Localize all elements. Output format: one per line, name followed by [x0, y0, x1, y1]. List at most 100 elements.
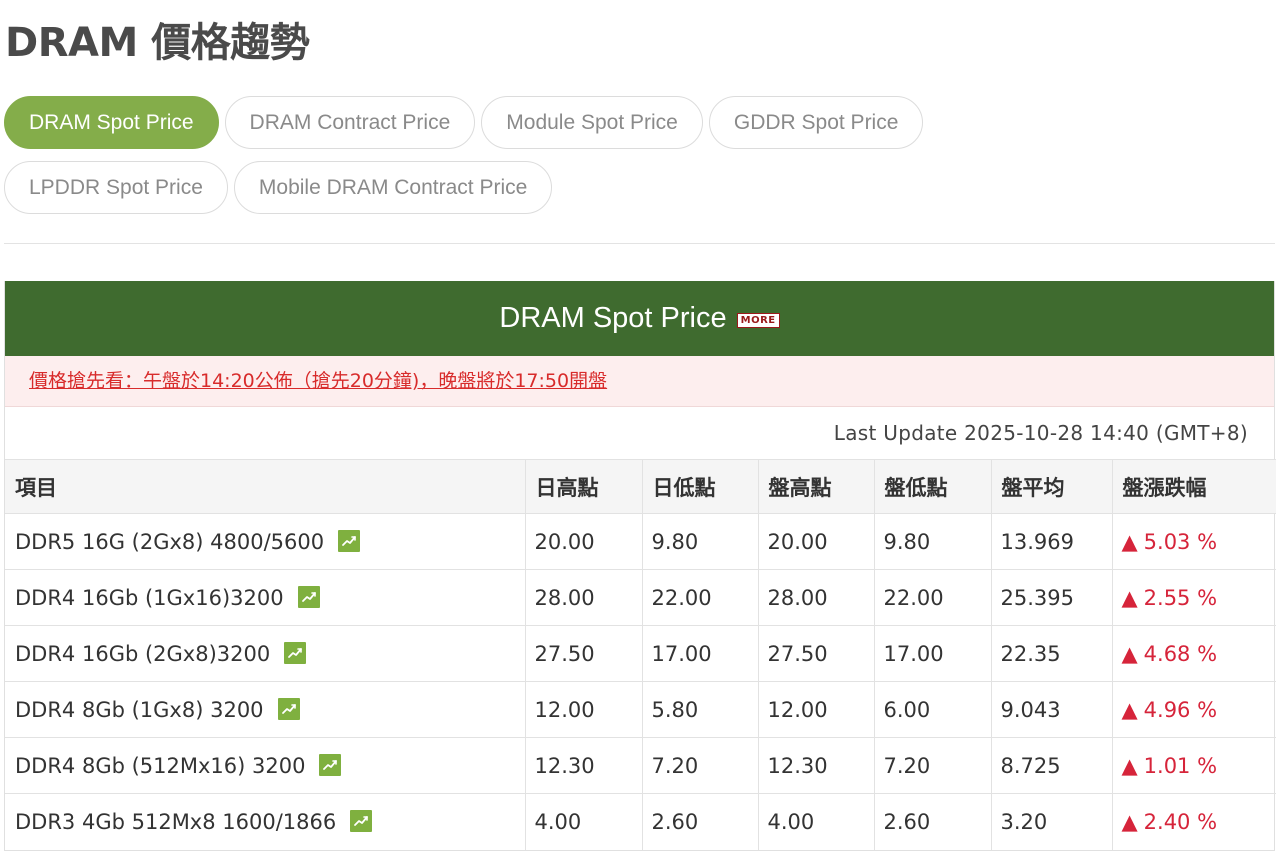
item-cell: DDR3 4Gb 512Mx8 1600/1866: [5, 793, 526, 850]
table-row: DDR5 16G (2Gx8) 4800/5600 20.00 9.80 20.00 9…: [5, 513, 1276, 570]
notice-link[interactable]: 價格搶先看：午盤於14:20公佈（搶先20分鐘)，晚盤將於17:50開盤: [29, 370, 607, 392]
item-cell: DDR4 16Gb (2Gx8)3200: [5, 625, 526, 682]
day-low-cell: 2.60: [642, 793, 759, 850]
item-name: DDR3 4Gb 512Mx8 1600/1866: [15, 809, 337, 834]
column-header-session-low: 盤低點: [874, 459, 992, 514]
price-table: 項目 日高點 日低點 盤高點 盤低點 盤平均 盤漲跌幅 DDR5 16G (2G…: [5, 459, 1276, 850]
session-change-cell: ▲ 1.01 %: [1112, 737, 1276, 794]
day-low-cell: 22.00: [642, 569, 759, 626]
column-header-item: 項目: [5, 459, 526, 514]
table-header-row: 項目 日高點 日低點 盤高點 盤低點 盤平均 盤漲跌幅: [5, 459, 1276, 514]
day-low-cell: 7.20: [642, 737, 759, 794]
item-name: DDR4 16Gb (2Gx8)3200: [15, 641, 271, 666]
session-change-cell: ▲ 5.03 %: [1112, 513, 1276, 570]
column-header-session-high: 盤高點: [758, 459, 875, 514]
trend-chart-icon[interactable]: [350, 809, 373, 832]
session-low-cell: 2.60: [874, 793, 992, 850]
day-high-cell: 12.30: [525, 737, 643, 794]
day-high-cell: 12.00: [525, 681, 643, 738]
table-row: DDR3 4Gb 512Mx8 1600/1866 4.00 2.60 4.00 2.6…: [5, 793, 1276, 850]
item-cell: DDR4 16Gb (1Gx16)3200: [5, 569, 526, 626]
table-row: DDR4 16Gb (1Gx16)3200 28.00 22.00 28.00 22.0…: [5, 569, 1276, 626]
change-value: 1.01 %: [1143, 753, 1218, 778]
change-value: 2.40 %: [1143, 809, 1218, 834]
session-high-cell: 4.00: [758, 793, 875, 850]
session-low-cell: 22.00: [874, 569, 992, 626]
session-low-cell: 9.80: [874, 513, 992, 570]
day-high-cell: 28.00: [525, 569, 643, 626]
column-header-day-high: 日高點: [525, 459, 643, 514]
tab-dram-spot-price[interactable]: DRAM Spot Price: [4, 96, 219, 149]
session-low-cell: 7.20: [874, 737, 992, 794]
section-divider: [4, 243, 1275, 244]
session-low-cell: 6.00: [874, 681, 992, 738]
session-average-cell: 9.043: [991, 681, 1113, 738]
column-header-day-low: 日低點: [642, 459, 759, 514]
table-row: DDR4 8Gb (1Gx8) 3200 12.00 5.80 12.00 6.00 9.…: [5, 681, 1276, 738]
session-change-cell: ▲ 2.40 %: [1112, 793, 1276, 850]
session-average-cell: 25.395: [991, 569, 1113, 626]
item-name: DDR4 8Gb (1Gx8) 3200: [15, 697, 264, 722]
item-name: DDR4 8Gb (512Mx16) 3200: [15, 753, 306, 778]
session-average-cell: 3.20: [991, 793, 1113, 850]
day-high-cell: 4.00: [525, 793, 643, 850]
trend-chart-icon[interactable]: [284, 641, 307, 664]
session-high-cell: 28.00: [758, 569, 875, 626]
panel-header: DRAM Spot Price MORE: [5, 281, 1274, 356]
table-row: DDR4 16Gb (2Gx8)3200 27.50 17.00 27.50 17.00…: [5, 625, 1276, 682]
tab-module-spot-price[interactable]: Module Spot Price: [481, 96, 703, 149]
session-average-cell: 13.969: [991, 513, 1113, 570]
session-high-cell: 27.50: [758, 625, 875, 682]
item-cell: DDR5 16G (2Gx8) 4800/5600: [5, 513, 526, 570]
page-title: DRAM 價格趨勢: [5, 20, 310, 66]
day-low-cell: 5.80: [642, 681, 759, 738]
up-arrow-icon: ▲: [1121, 809, 1138, 834]
table-row: DDR4 8Gb (512Mx16) 3200 12.30 7.20 12.30 7.2…: [5, 737, 1276, 794]
item-name: DDR4 16Gb (1Gx16)3200: [15, 585, 284, 610]
item-cell: DDR4 8Gb (1Gx8) 3200: [5, 681, 526, 738]
tab-row-2: LPDDR Spot Price Mobile DRAM Contract Pr…: [4, 161, 1184, 214]
column-header-session-change: 盤漲跌幅: [1112, 459, 1276, 514]
price-panel: DRAM Spot Price MORE 價格搶先看：午盤於14:20公佈（搶先…: [4, 281, 1276, 851]
change-value: 4.96 %: [1143, 697, 1218, 722]
trend-chart-icon[interactable]: [338, 529, 361, 552]
tab-gddr-spot-price[interactable]: GDDR Spot Price: [708, 96, 924, 149]
day-low-cell: 17.00: [642, 625, 759, 682]
trend-chart-icon[interactable]: [277, 697, 300, 720]
item-cell: DDR4 8Gb (512Mx16) 3200: [5, 737, 526, 794]
up-arrow-icon: ▲: [1121, 585, 1138, 610]
day-high-cell: 27.50: [525, 625, 643, 682]
session-high-cell: 12.30: [758, 737, 875, 794]
session-high-cell: 20.00: [758, 513, 875, 570]
up-arrow-icon: ▲: [1121, 529, 1138, 554]
change-value: 2.55 %: [1143, 585, 1218, 610]
session-average-cell: 8.725: [991, 737, 1113, 794]
tab-dram-contract-price[interactable]: DRAM Contract Price: [224, 96, 476, 149]
panel-title: DRAM Spot Price: [499, 302, 727, 334]
tab-mobile-dram-contract-price[interactable]: Mobile DRAM Contract Price: [233, 161, 553, 214]
day-low-cell: 9.80: [642, 513, 759, 570]
price-category-tabs: DRAM Spot Price DRAM Contract Price Modu…: [4, 96, 1184, 226]
up-arrow-icon: ▲: [1121, 753, 1138, 778]
table-body: DDR5 16G (2Gx8) 4800/5600 20.00 9.80 20.00 9…: [5, 513, 1276, 850]
session-high-cell: 12.00: [758, 681, 875, 738]
column-header-session-average: 盤平均: [991, 459, 1113, 514]
session-average-cell: 22.35: [991, 625, 1113, 682]
session-change-cell: ▲ 4.96 %: [1112, 681, 1276, 738]
more-button[interactable]: MORE: [736, 313, 780, 328]
day-high-cell: 20.00: [525, 513, 643, 570]
tab-lpddr-spot-price[interactable]: LPDDR Spot Price: [4, 161, 228, 214]
session-change-cell: ▲ 4.68 %: [1112, 625, 1276, 682]
notice-banner: 價格搶先看：午盤於14:20公佈（搶先20分鐘)，晚盤將於17:50開盤: [5, 356, 1274, 407]
trend-chart-icon[interactable]: [319, 753, 342, 776]
item-name: DDR5 16G (2Gx8) 4800/5600: [15, 529, 325, 554]
up-arrow-icon: ▲: [1121, 697, 1138, 722]
session-change-cell: ▲ 2.55 %: [1112, 569, 1276, 626]
trend-chart-icon[interactable]: [297, 585, 320, 608]
change-value: 4.68 %: [1143, 641, 1218, 666]
session-low-cell: 17.00: [874, 625, 992, 682]
tab-row-1: DRAM Spot Price DRAM Contract Price Modu…: [4, 96, 1184, 149]
change-value: 5.03 %: [1143, 529, 1218, 554]
up-arrow-icon: ▲: [1121, 641, 1138, 666]
last-update: Last Update 2025-10-28 14:40 (GMT+8): [833, 421, 1248, 445]
